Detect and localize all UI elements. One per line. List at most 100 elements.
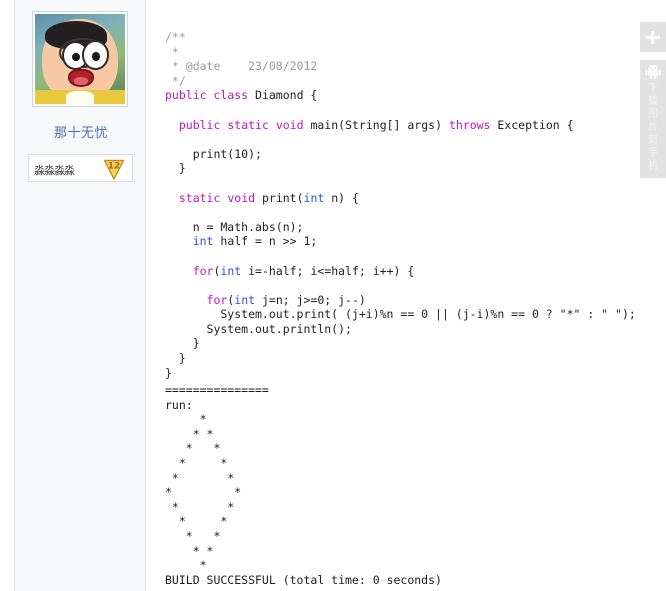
download-app-label-char: 到 xyxy=(648,135,658,146)
code-token: for xyxy=(192,263,214,278)
code-line: } xyxy=(165,161,645,176)
code-token: print(10); xyxy=(165,146,262,161)
code-token: class xyxy=(213,88,249,103)
level-number: 12 xyxy=(108,162,121,172)
page-root: 那十无忧 淼淼淼淼 12 /** * * @date 23/08/2012 */… xyxy=(0,0,666,591)
code-line: System.out.println(); xyxy=(165,322,645,337)
code-token: n = Math.abs(n); xyxy=(165,219,304,234)
code-token: } xyxy=(165,336,200,351)
diamond-row: * * xyxy=(165,426,214,441)
code-token: print( xyxy=(255,190,304,205)
code-token: } xyxy=(165,161,186,176)
avatar-mouth xyxy=(67,69,94,88)
code-token: n) { xyxy=(324,190,359,205)
code-token: System.out.println(); xyxy=(165,321,352,336)
diamond-row: * * xyxy=(165,455,228,470)
download-app-label-char: 手 xyxy=(648,148,658,159)
badge-label: 淼淼淼淼 xyxy=(34,164,75,177)
code-token: * xyxy=(165,44,179,59)
console-separator: =============== xyxy=(165,383,269,397)
avatar[interactable] xyxy=(32,11,128,107)
download-app-label: 下载图片到手机 xyxy=(640,82,666,173)
code-line: for(int j=n; j>=0; j--) xyxy=(165,293,645,308)
code-token: void xyxy=(227,190,256,205)
code-token: } xyxy=(165,365,172,380)
code-line: } xyxy=(165,351,645,366)
code-token: static xyxy=(178,190,221,205)
avatar-collar xyxy=(65,91,95,104)
download-app-label-char: 载 xyxy=(648,96,658,107)
add-button[interactable] xyxy=(640,22,666,52)
author-panel: 那十无忧 淼淼淼淼 12 xyxy=(14,0,146,591)
code-line: /** xyxy=(165,30,645,45)
download-app-label-char: 下 xyxy=(648,83,658,94)
diamond-row: * xyxy=(165,558,207,573)
diamond-row: * xyxy=(165,412,207,427)
code-line: public class Diamond { xyxy=(165,88,645,103)
code-line: int half = n >> 1; xyxy=(165,234,645,249)
code-line: */ xyxy=(165,74,645,89)
code-token: public xyxy=(165,88,207,103)
code-token: j=n; j>=0; j--) xyxy=(255,292,366,307)
code-token: int xyxy=(303,190,325,205)
code-line: print(10); xyxy=(165,147,645,162)
code-token: */ xyxy=(165,73,186,88)
code-token: /** xyxy=(165,30,186,44)
code-token: static xyxy=(227,117,269,132)
code-token: Diamond { xyxy=(248,88,318,103)
diamond-row: * * xyxy=(165,485,242,500)
code-token: throws xyxy=(448,117,491,132)
code-line: public static void main(String[] args) t… xyxy=(165,118,645,133)
code-line: n = Math.abs(n); xyxy=(165,220,645,235)
console-build-line: BUILD SUCCESSFUL (total time: 0 seconds) xyxy=(165,572,442,587)
code-token: public xyxy=(178,117,221,132)
code-token: i=-half; i<=half; i++) { xyxy=(241,263,415,278)
status-badge: 淼淼淼淼 12 xyxy=(28,154,133,182)
console-output: =============== run: * * * * * * * * * * *… xyxy=(165,383,645,587)
download-app-label-char: 图 xyxy=(648,109,658,120)
code-token: * @date 23/08/2012 xyxy=(165,59,318,74)
download-app-label-char: 机 xyxy=(648,161,658,172)
avatar-image xyxy=(35,14,125,104)
code-token: void xyxy=(275,117,304,132)
diamond-row: * * xyxy=(165,470,235,485)
avatar-eye-right xyxy=(82,40,109,70)
code-token: main(String[] args) xyxy=(303,117,449,132)
code-token: int xyxy=(220,263,242,278)
diamond-row: * * xyxy=(165,499,235,514)
level-shield-icon: 12 xyxy=(103,159,125,180)
avatar-pupil-left xyxy=(71,52,80,62)
code-token: half = n >> 1; xyxy=(213,234,318,249)
download-app-label-char: 片 xyxy=(648,122,658,133)
download-app-promo[interactable]: 下载图片到手机 xyxy=(640,60,666,178)
code-line: System.out.print( (j+i)%n == 0 || (j-i)%… xyxy=(165,307,645,322)
code-token: int xyxy=(234,292,256,307)
floating-rail: 下载图片到手机 xyxy=(640,22,666,178)
code-line: * @date 23/08/2012 xyxy=(165,59,645,74)
diamond-row: * * xyxy=(165,543,214,558)
code-token: System.out.print( (j+i)%n == 0 || (j-i)%… xyxy=(165,307,636,322)
code-token: Exception { xyxy=(490,117,574,132)
author-name[interactable]: 那十无忧 xyxy=(15,122,147,141)
code-line: } xyxy=(165,336,645,351)
avatar-pupil-right xyxy=(92,52,101,62)
console-run-label: run: xyxy=(165,397,193,412)
code-token: for xyxy=(206,292,228,307)
code-token: } xyxy=(165,351,186,366)
code-line: } xyxy=(165,366,645,381)
avatar-tongue xyxy=(73,77,88,85)
code-line: * xyxy=(165,45,645,60)
code-line: static void print(int n) { xyxy=(165,191,645,206)
android-robot-icon xyxy=(645,65,661,79)
